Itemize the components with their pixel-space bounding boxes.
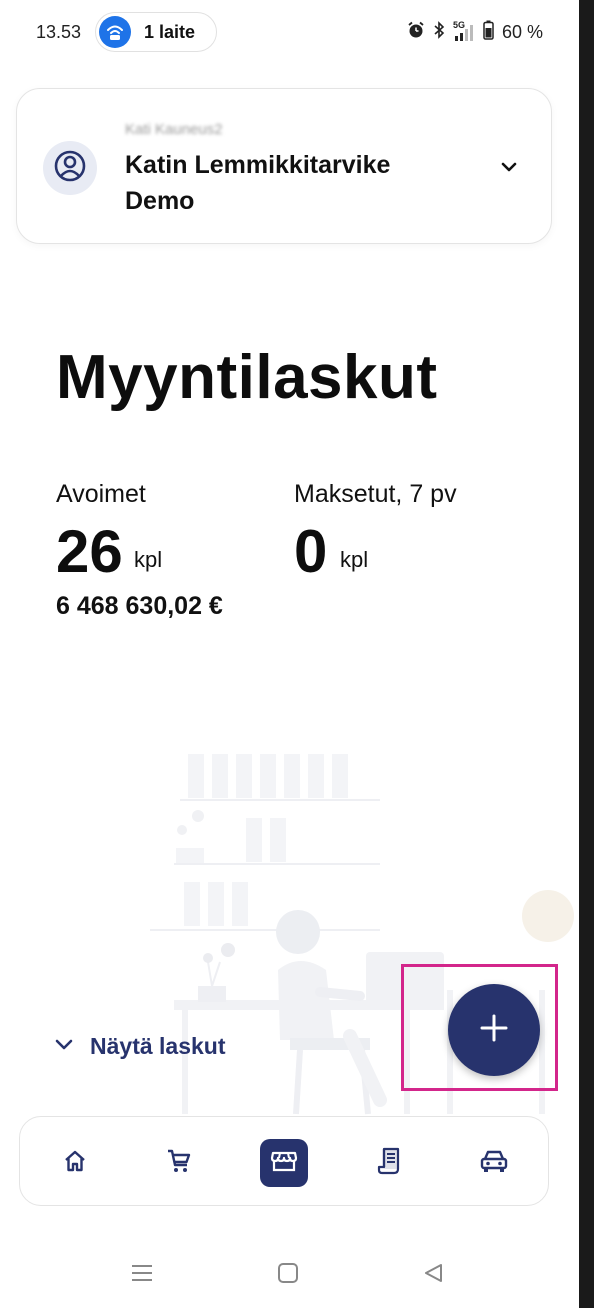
open-invoices-label: Avoimet	[56, 480, 146, 508]
connected-devices-pill[interactable]: 1 laite	[95, 12, 217, 52]
bluetooth-icon	[433, 21, 445, 44]
add-invoice-button[interactable]	[448, 984, 540, 1076]
plus-icon	[478, 1012, 510, 1049]
store-icon	[269, 1146, 299, 1181]
status-icons: 5G 60 %	[407, 20, 543, 45]
status-time: 13.53	[36, 22, 82, 42]
nav-item-car[interactable]	[470, 1139, 518, 1187]
account-company-name: Katin Lemmikkitarvike Demo	[125, 151, 391, 215]
user-circle-icon	[53, 149, 87, 188]
back-triangle-icon	[422, 1262, 444, 1289]
menu-icon	[131, 1263, 153, 1288]
open-invoices-unit: kpl	[134, 547, 163, 572]
nav-item-receipt[interactable]	[365, 1139, 413, 1187]
avatar	[43, 141, 97, 195]
bottom-navigation	[19, 1116, 549, 1206]
screen-edge	[579, 0, 594, 1308]
car-icon	[479, 1148, 509, 1179]
show-invoices-label: Näytä laskut	[90, 1032, 226, 1059]
battery-icon	[483, 20, 494, 45]
receipt-icon	[376, 1147, 402, 1180]
show-invoices-toggle[interactable]: Näytä laskut	[52, 1028, 226, 1064]
home-system-button[interactable]	[273, 1260, 303, 1290]
cart-icon	[165, 1147, 193, 1180]
system-navigation-bar	[0, 1240, 579, 1308]
square-icon	[277, 1262, 299, 1289]
nav-item-store[interactable]	[260, 1139, 308, 1187]
devices-label: 1 laite	[144, 22, 196, 42]
wifi-hotspot-icon	[99, 16, 131, 48]
account-selector[interactable]: Kati Kauneus2 Katin Lemmikkitarvike Demo	[16, 88, 552, 244]
paid-invoices-count: 0	[294, 518, 328, 585]
account-user-name: Kati Kauneus2	[125, 121, 223, 138]
page-title: Myyntilaskut	[56, 343, 438, 412]
paid-invoices-unit: kpl	[340, 547, 369, 572]
recent-apps-button[interactable]	[127, 1260, 157, 1290]
chevron-down-icon[interactable]	[495, 153, 523, 181]
home-icon	[62, 1148, 88, 1179]
nav-item-cart[interactable]	[155, 1139, 203, 1187]
signal-icon: 5G	[453, 20, 475, 42]
battery-percent: 60 %	[501, 22, 543, 42]
status-bar: 13.53 1 laite 5G 60 %	[0, 0, 579, 66]
nav-item-home[interactable]	[51, 1139, 99, 1187]
open-invoices-count: 26	[56, 518, 123, 585]
chevron-down-icon	[52, 1032, 76, 1061]
back-system-button[interactable]	[418, 1260, 448, 1290]
paid-invoices-label: Maksetut, 7 pv	[294, 480, 457, 508]
open-invoices-amount: 6 468 630,02 €	[56, 592, 223, 620]
alarm-icon	[407, 21, 425, 44]
